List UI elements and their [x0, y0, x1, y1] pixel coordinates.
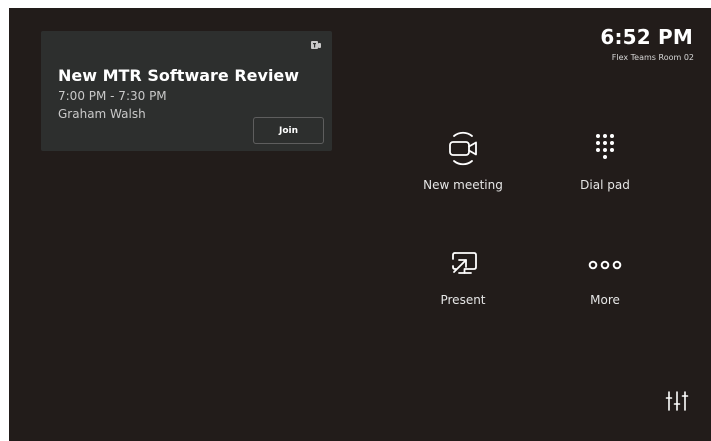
dial-pad-icon	[596, 134, 614, 159]
present-label: Present	[440, 293, 486, 307]
settings-sliders-icon	[665, 391, 689, 411]
join-button[interactable]: Join	[253, 117, 324, 144]
dial-pad-button[interactable]: Dial pad	[550, 126, 660, 206]
dial-pad-label: Dial pad	[580, 178, 630, 192]
present-screen-icon	[452, 252, 477, 274]
room-name: Flex Teams Room 02	[611, 53, 694, 62]
present-button[interactable]: Present	[408, 241, 518, 321]
settings-button[interactable]	[665, 389, 689, 413]
teams-icon	[311, 41, 321, 49]
video-camera-icon	[449, 131, 477, 166]
meeting-title: New MTR Software Review	[58, 66, 300, 85]
teams-room-home-screen: New MTR Software Review 7:00 PM - 7:30 P…	[9, 8, 711, 441]
meeting-time: 7:00 PM - 7:30 PM	[58, 89, 167, 103]
more-button[interactable]: More	[550, 241, 660, 321]
meeting-card: New MTR Software Review 7:00 PM - 7:30 P…	[41, 31, 332, 151]
meeting-organizer: Graham Walsh	[58, 107, 146, 121]
clock: 6:52 PM	[600, 25, 693, 49]
new-meeting-button[interactable]: New meeting	[408, 126, 518, 206]
more-icon	[588, 260, 622, 270]
more-label: More	[590, 293, 620, 307]
new-meeting-label: New meeting	[423, 178, 503, 192]
